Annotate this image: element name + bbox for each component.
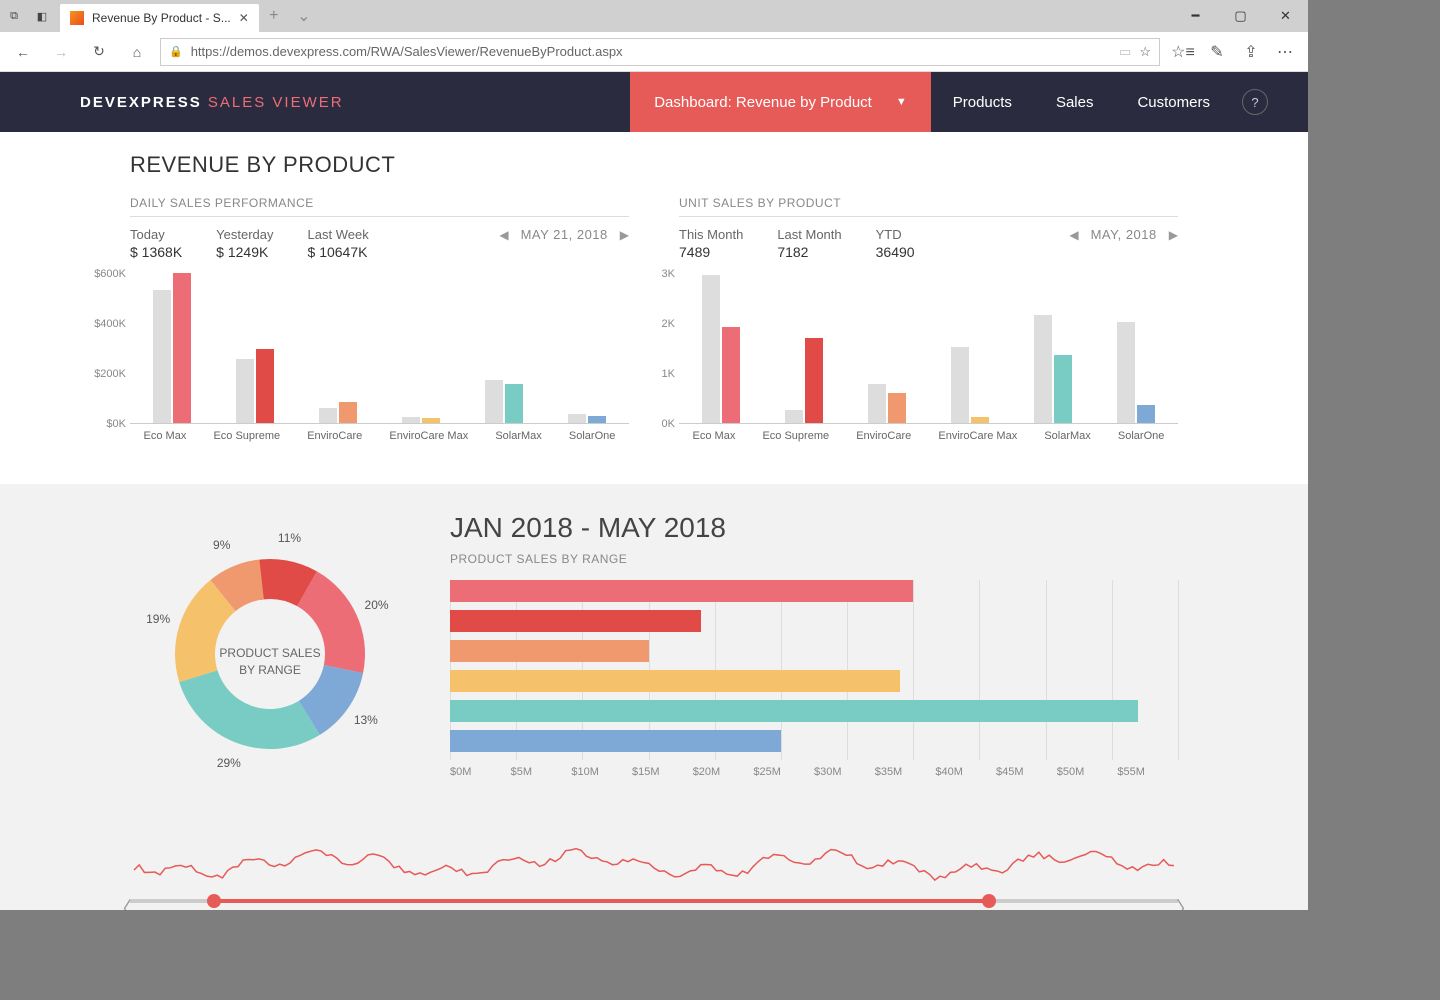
unit-sales-panel: UNIT SALES BY PRODUCT This Month 7489 Las… [679,196,1178,454]
donut-center-label: BY RANGE [219,662,320,679]
donut-slice-label: 9% [213,538,230,552]
browser-tab[interactable]: Revenue By Product - S... ✕ [60,4,259,32]
range-next-button[interactable]: 〉 [1176,893,1196,910]
donut-slice-label: 29% [217,756,241,770]
panel-title: DAILY SALES PERFORMANCE [130,196,629,210]
unit-sales-chart: 0K1K2K3KEco MaxEco SupremeEnviroCareEnvi… [679,274,1178,454]
maximize-button[interactable]: ▢ [1218,0,1263,32]
donut-slice-label: 19% [146,612,170,626]
stat-value: $ 10647K [308,244,369,260]
home-button[interactable]: ⌂ [122,37,152,67]
stat-label: Yesterday [216,227,273,242]
lock-icon: 🔒 [169,45,183,58]
stat-value: $ 1249K [216,244,273,260]
favorites-icon[interactable]: ☆≡ [1168,37,1198,67]
stat-label: Last Week [308,227,369,242]
tab-actions-icon[interactable]: ⌄ [289,6,319,26]
notes-icon[interactable]: ✎ [1202,37,1232,67]
nav-products[interactable]: Products [931,72,1034,132]
range-prev-button[interactable]: 〈 [112,893,132,910]
dashboard-label: Dashboard: Revenue by Product [654,94,872,111]
range-subtitle: PRODUCT SALES BY RANGE [450,552,1178,566]
donut-slice-label: 11% [278,531,301,545]
donut-chart: PRODUCT SALES BY RANGE 11% 20% 13% 29% 19% 9% [130,512,410,812]
tab-title: Revenue By Product - S... [92,11,231,25]
more-icon[interactable]: ⋯ [1270,37,1300,67]
close-button[interactable]: ✕ [1263,0,1308,32]
daily-sales-panel: DAILY SALES PERFORMANCE Today $ 1368K Yes… [130,196,629,454]
next-date-button[interactable]: ▶ [1169,228,1178,242]
os-icon[interactable]: ◧ [28,0,56,32]
nav-sales[interactable]: Sales [1034,72,1116,132]
stat-label: This Month [679,227,743,242]
stat-label: Today [130,227,182,242]
page-title: REVENUE BY PRODUCT [130,152,1178,178]
url-input[interactable]: 🔒 https://demos.devexpress.com/RWA/Sales… [160,38,1160,66]
reading-icon[interactable]: ▭ [1119,44,1131,60]
url-text: https://demos.devexpress.com/RWA/SalesVi… [191,44,1111,59]
donut-slice-label: 20% [365,598,389,612]
app-header: DEVEXPRESS SALES VIEWER Dashboard: Reven… [0,72,1308,132]
prev-date-button[interactable]: ◀ [1069,228,1078,242]
sparkline-chart [130,840,1178,888]
brand-logo: DEVEXPRESS SALES VIEWER [80,94,344,111]
date-label: MAY, 2018 [1091,227,1157,242]
nav-customers[interactable]: Customers [1115,72,1232,132]
stat-value: 7489 [679,244,743,260]
help-button[interactable]: ? [1242,89,1268,115]
address-bar: ← → ↻ ⌂ 🔒 https://demos.devexpress.com/R… [0,32,1308,72]
donut-slice-label: 13% [354,713,378,727]
panel-title: UNIT SALES BY PRODUCT [679,196,1178,210]
daily-sales-chart: $0K$200K$400K$600KEco MaxEco SupremeEnvi… [130,274,629,454]
range-handle-end[interactable] [982,894,996,908]
stat-value: 7182 [777,244,841,260]
next-date-button[interactable]: ▶ [620,228,629,242]
range-handle-start[interactable] [207,894,221,908]
window-titlebar: ⧉ ◧ Revenue By Product - S... ✕ + ⌄ ━ ▢ … [0,0,1308,32]
share-icon[interactable]: ⇪ [1236,37,1266,67]
forward-button[interactable]: → [46,37,76,67]
donut-center-label: PRODUCT SALES [219,645,320,662]
refresh-button[interactable]: ↻ [84,37,114,67]
prev-date-button[interactable]: ◀ [499,228,508,242]
stat-value: $ 1368K [130,244,182,260]
stat-label: YTD [876,227,915,242]
stat-value: 36490 [876,244,915,260]
favicon-icon [70,11,84,25]
os-icon[interactable]: ⧉ [0,0,28,32]
favorite-icon[interactable]: ☆ [1139,44,1151,60]
stat-label: Last Month [777,227,841,242]
timeline-range-selector[interactable]: 〈 〉 Jan 2018FebMarAprMay 2018 [130,840,1178,910]
close-tab-icon[interactable]: ✕ [239,11,249,25]
chevron-down-icon: ▼ [896,96,907,108]
new-tab-button[interactable]: + [259,7,289,25]
date-label: MAY 21, 2018 [521,227,608,242]
back-button[interactable]: ← [8,37,38,67]
range-bar-chart [450,580,1178,760]
dashboard-dropdown[interactable]: Dashboard: Revenue by Product ▼ [630,72,931,132]
minimize-button[interactable]: ━ [1173,0,1218,32]
range-heading: JAN 2018 - MAY 2018 [450,512,1178,544]
